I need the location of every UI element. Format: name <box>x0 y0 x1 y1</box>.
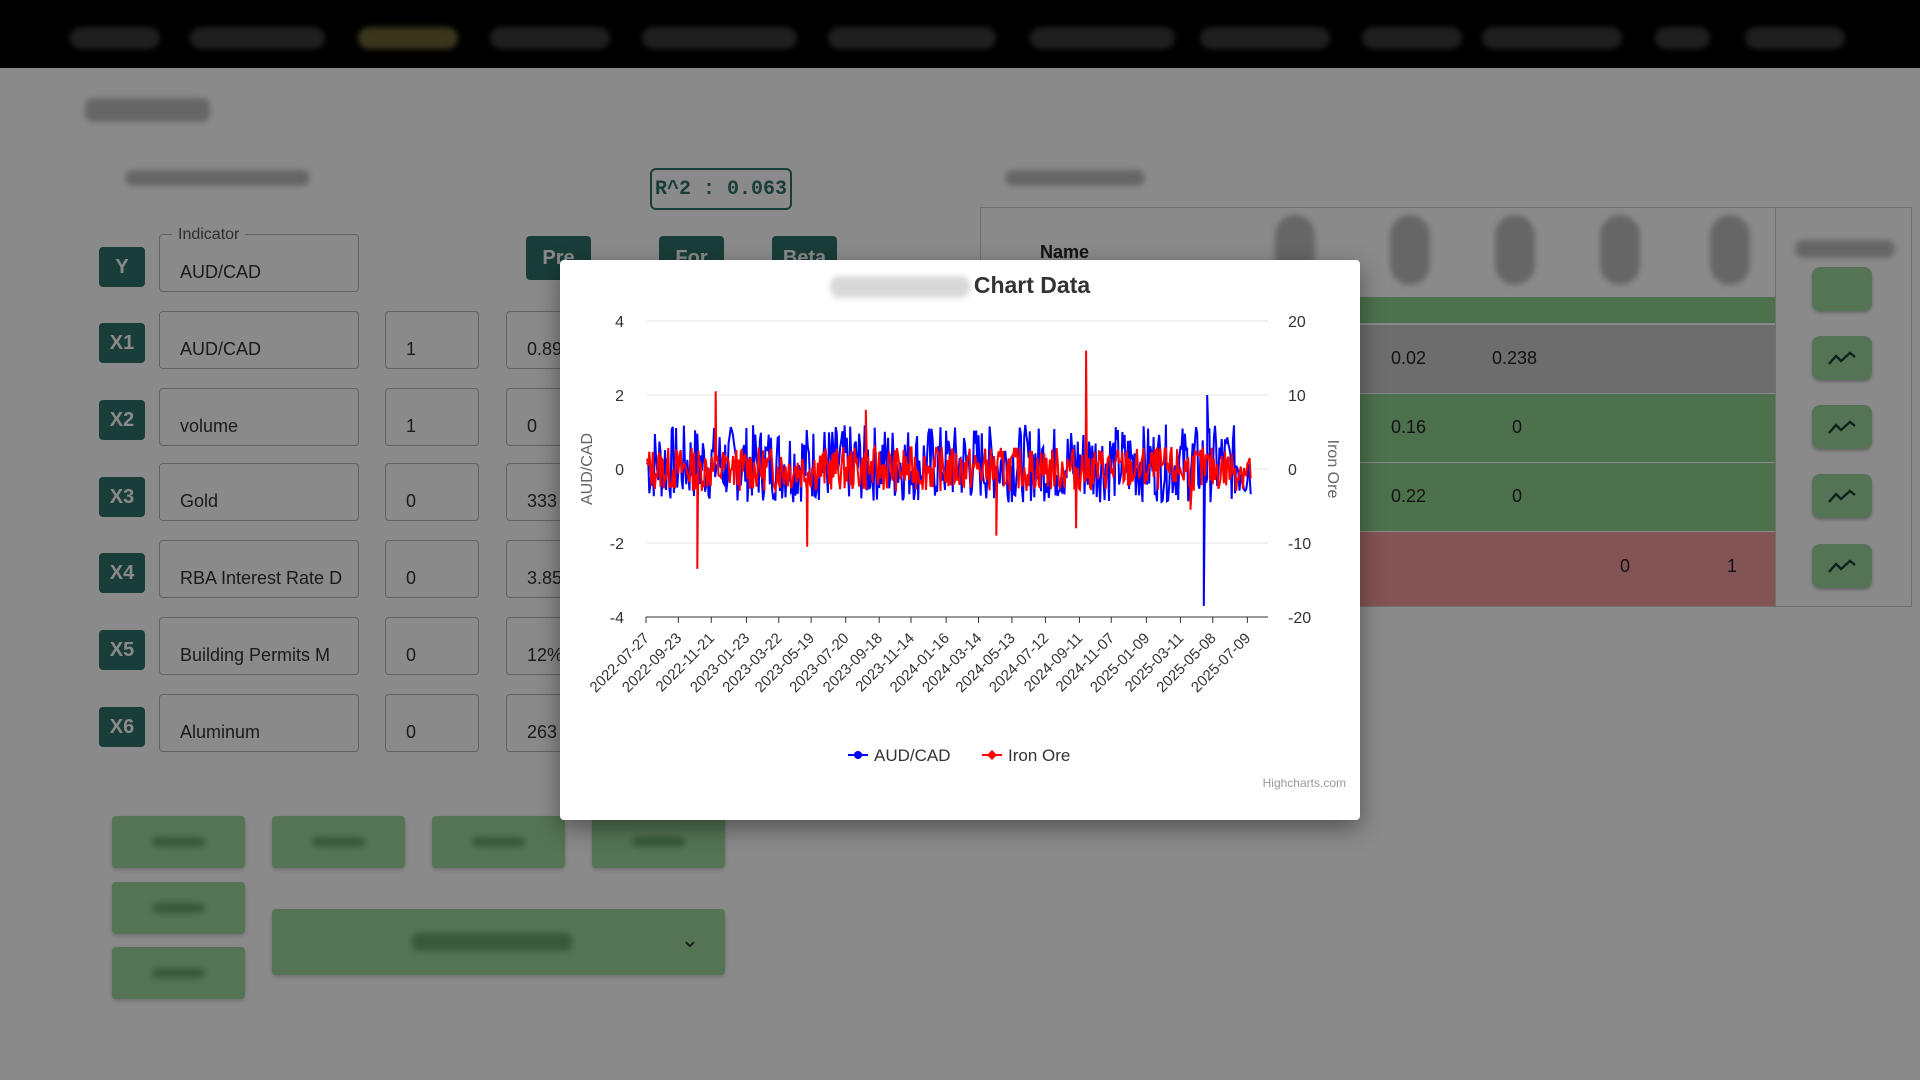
series-line-aud-cad <box>646 394 1252 606</box>
y-right-axis-title: Iron Ore <box>1324 440 1341 499</box>
y-left-tick-label: 4 <box>615 314 624 331</box>
y-right-tick-label: -10 <box>1288 536 1311 553</box>
y-left-tick-label: 0 <box>615 462 624 479</box>
highcharts-credits[interactable]: Highcharts.com <box>1263 776 1346 790</box>
y-left-tick-label: -2 <box>610 536 624 553</box>
series-line-iron-ore <box>646 350 1252 569</box>
chart-modal: Chart Data -4 -2 0 2 4 -20 -10 0 10 20 AUD/CAD Iron… <box>560 260 1360 820</box>
y-right-tick-label: 20 <box>1288 314 1306 331</box>
y-left-axis-title: AUD/CAD <box>579 433 596 505</box>
y-left-tick-label: -4 <box>610 610 624 627</box>
legend-item: Iron Ore <box>1008 746 1070 765</box>
chart-svg: -4-2024-20-1001020AUD/CAD Iron Ore2022-07… <box>579 314 1341 765</box>
y-right-tick-label: -20 <box>1288 610 1311 627</box>
legend-marker <box>854 751 862 759</box>
y-right-tick-label: 10 <box>1288 388 1306 405</box>
legend-item: AUD/CAD <box>874 746 951 765</box>
y-right-tick-label: 0 <box>1288 462 1297 479</box>
y-left-tick-label: 2 <box>615 388 624 405</box>
legend-marker <box>987 750 997 760</box>
